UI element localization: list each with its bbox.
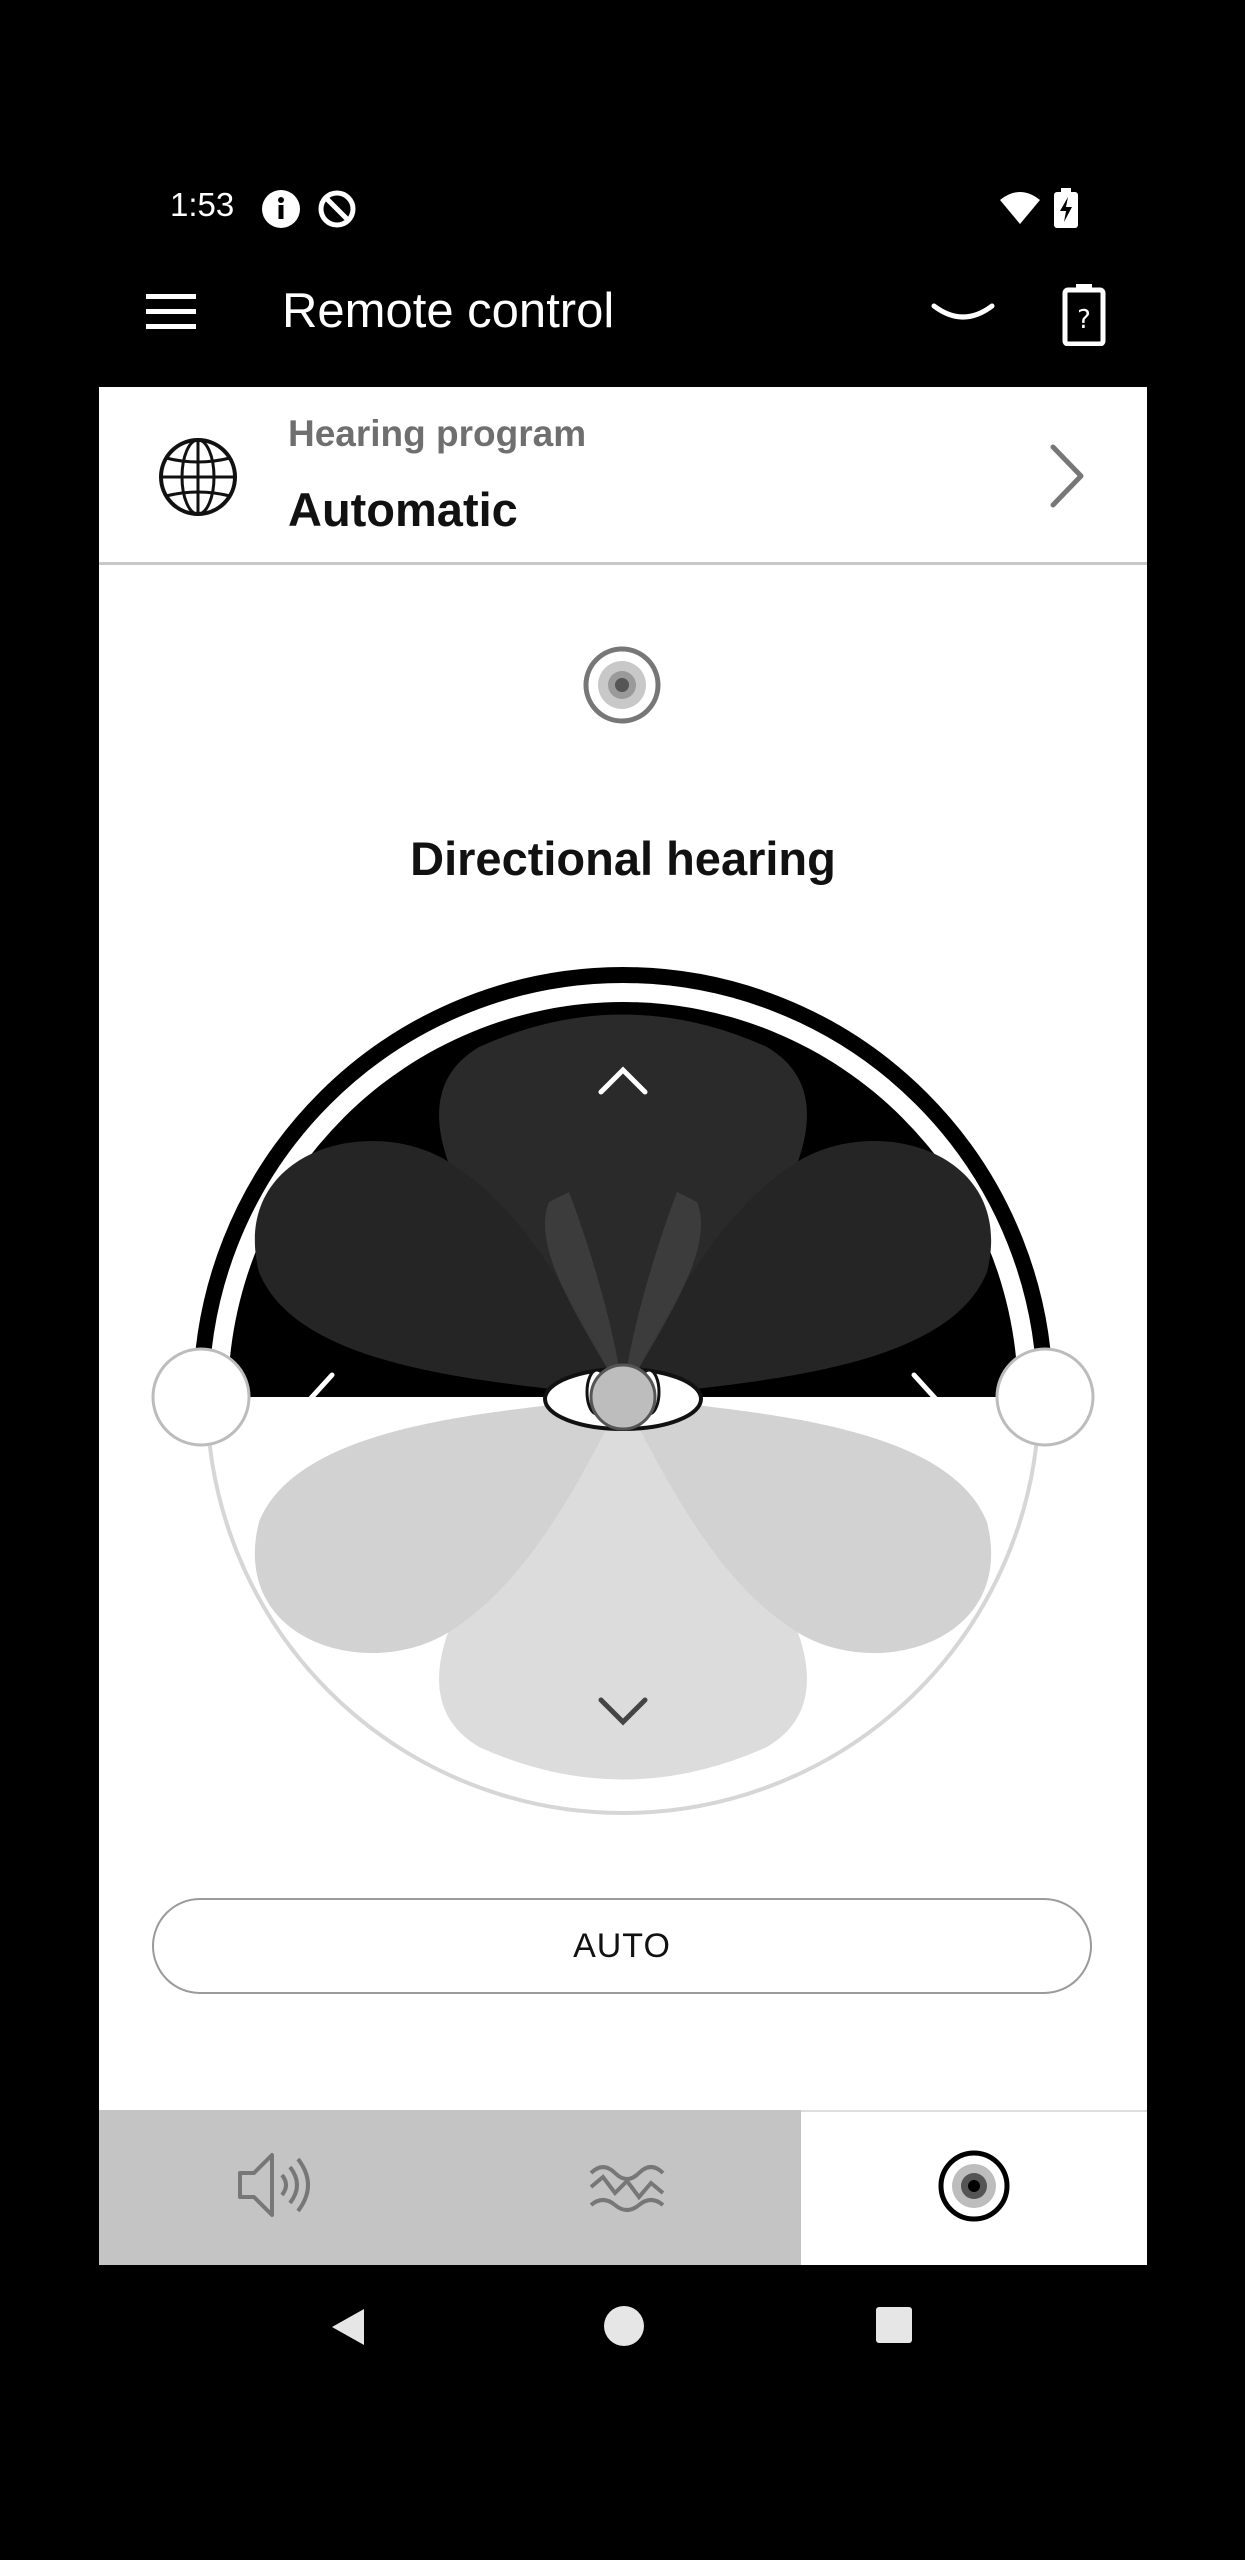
page-title: Remote control xyxy=(282,284,615,338)
tab-directional[interactable] xyxy=(801,2110,1147,2265)
waves-icon xyxy=(587,2155,665,2220)
info-icon xyxy=(260,188,302,235)
svg-text:?: ? xyxy=(1077,305,1091,335)
menu-icon[interactable] xyxy=(146,292,196,337)
bottom-tab-bar xyxy=(99,2110,1147,2265)
tab-volume[interactable] xyxy=(99,2110,450,2265)
collapse-chevron-icon[interactable] xyxy=(930,298,996,333)
directional-hearing-title: Directional hearing xyxy=(410,832,836,885)
back-icon[interactable] xyxy=(328,2305,368,2354)
speaker-icon xyxy=(234,2147,316,2228)
hearing-program-label: Hearing program xyxy=(288,413,587,454)
status-time: 1:53 xyxy=(170,186,235,223)
left-handle xyxy=(151,1347,251,1447)
target-icon xyxy=(938,2150,1010,2227)
globe-icon xyxy=(157,436,239,523)
hearing-aid-battery-icon[interactable]: ? xyxy=(1062,282,1106,351)
main-content: Hearing program Automatic Directional he… xyxy=(99,387,1147,2265)
directional-target-icon xyxy=(582,645,662,730)
wifi-icon xyxy=(998,190,1042,231)
recents-icon[interactable] xyxy=(874,2305,914,2350)
hearing-program-selector[interactable]: Hearing program Automatic xyxy=(99,387,1147,565)
home-icon[interactable] xyxy=(600,2302,648,2355)
hearing-program-value: Automatic xyxy=(288,483,518,536)
directional-dial[interactable] xyxy=(149,952,1097,1852)
no-sync-icon xyxy=(316,188,358,235)
tab-sound[interactable] xyxy=(450,2110,801,2265)
battery-charging-icon xyxy=(1054,188,1078,233)
right-handle xyxy=(995,1347,1095,1447)
auto-button[interactable]: AUTO xyxy=(152,1898,1092,1994)
chevron-right-icon[interactable] xyxy=(1047,443,1087,514)
